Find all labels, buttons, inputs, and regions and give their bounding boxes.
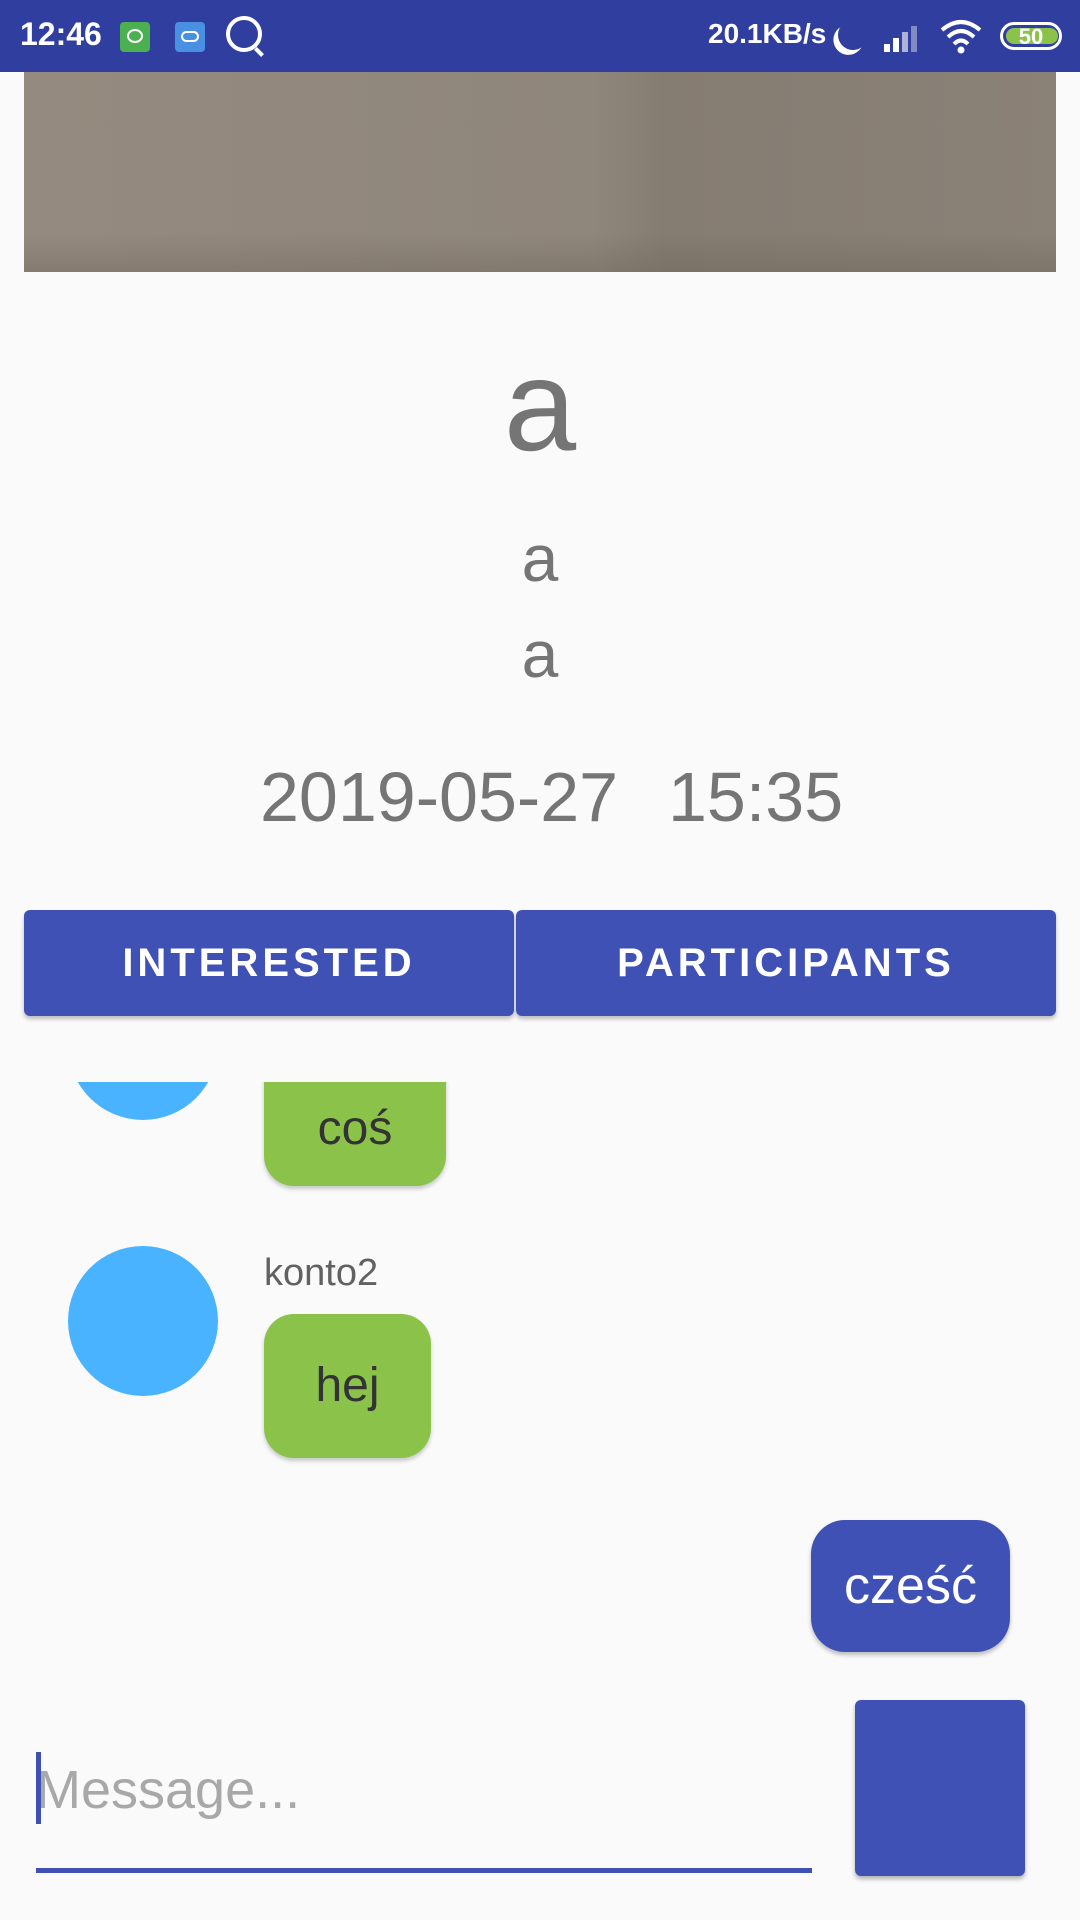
event-location: a (521, 617, 559, 691)
participants-button[interactable]: PARTICIPANTS (516, 910, 1056, 1016)
interested-button[interactable]: INTERESTED (24, 910, 514, 1016)
moon-icon (834, 16, 872, 54)
event-description: a (521, 521, 559, 595)
event-image (24, 72, 1056, 272)
chat-list[interactable]: coś konto2 hej cześć (0, 1082, 1080, 1692)
status-time: 12:46 (20, 16, 102, 52)
event-time: 15:35 (668, 758, 844, 836)
network-speed: 20.1KB/s (708, 18, 827, 49)
message-bubble: cześć (811, 1520, 1010, 1652)
message-bubble: hej (264, 1314, 431, 1458)
battery-level: 50 (1018, 24, 1044, 49)
cloud-app-icon (175, 22, 205, 52)
message-input[interactable] (36, 1740, 812, 1840)
signal-icon (884, 22, 926, 52)
text-cursor (36, 1752, 41, 1824)
message-bubble: coś (264, 1082, 446, 1186)
app-icon-green (120, 22, 150, 52)
event-date: 2019-05-27 (260, 758, 619, 836)
send-button[interactable] (855, 1700, 1025, 1876)
avatar (68, 1082, 218, 1120)
event-title: a (503, 332, 577, 478)
search-icon (226, 16, 262, 52)
wifi-icon (940, 20, 982, 54)
input-underline (36, 1868, 812, 1873)
battery-icon: 50 (1000, 22, 1062, 50)
avatar (68, 1246, 218, 1396)
sender-name: konto2 (264, 1252, 379, 1294)
status-bar: 12:46 20.1KB/s 50 (0, 0, 1080, 72)
